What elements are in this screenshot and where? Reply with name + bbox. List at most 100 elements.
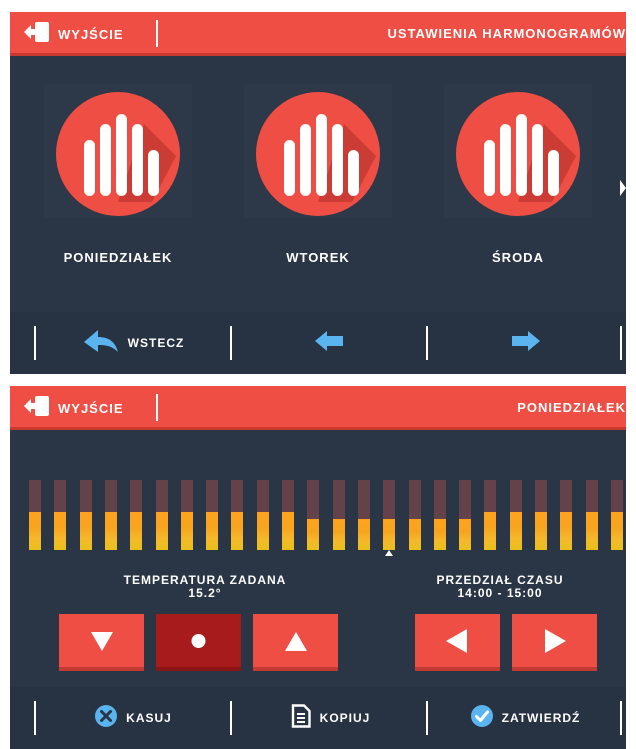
hour-bar[interactable]: [104, 480, 117, 550]
hour-bar-fill: [357, 519, 370, 550]
day-label: ŚRODA: [492, 250, 544, 265]
exit-label: WYJŚCIE: [58, 400, 124, 416]
triangle-left-icon: [446, 629, 467, 653]
header-bar: WYJŚCIE PONIEDZIAŁEK: [10, 386, 626, 430]
hour-bar[interactable]: [357, 480, 370, 550]
x-circle-icon: [94, 704, 118, 733]
hour-bar[interactable]: [484, 480, 497, 550]
hour-bar[interactable]: [54, 480, 67, 550]
arrow-left-icon: [315, 330, 345, 356]
day-schedule-screen: WYJŚCIE PONIEDZIAŁEK TEMPERATURA ZADANA …: [10, 386, 626, 749]
arrow-right-icon: [510, 330, 540, 356]
day-label: PONIEDZIAŁEK: [63, 250, 173, 265]
back-button[interactable]: WSTECZ: [38, 312, 228, 374]
exit-icon: [24, 395, 50, 422]
interval-next-button[interactable]: [512, 614, 597, 671]
document-icon: [290, 703, 312, 733]
hour-bar-fill: [256, 512, 269, 550]
hour-bar[interactable]: [231, 480, 244, 550]
hour-bar[interactable]: [535, 480, 547, 550]
day-wednesday[interactable]: ŚRODA: [444, 84, 592, 302]
day-label: WTOREK: [286, 250, 350, 265]
triangle-up-icon: [285, 632, 307, 651]
triangle-down-icon: [91, 632, 113, 651]
hour-bar-fill: [180, 512, 193, 550]
hour-bar[interactable]: [307, 480, 320, 550]
back-label: WSTECZ: [127, 336, 185, 350]
next-button[interactable]: [430, 312, 620, 374]
temperature-value: 15.2°: [188, 586, 222, 600]
copy-label: KOPIUJ: [319, 711, 371, 725]
header-bar: WYJŚCIE USTAWIENIA HARMONOGRAMÓW: [10, 12, 626, 56]
exit-button[interactable]: WYJŚCIE: [24, 386, 124, 430]
footer-divider: [620, 701, 622, 735]
confirm-button[interactable]: ZATWIERDŹ: [430, 687, 620, 749]
dot-icon: [191, 634, 206, 648]
interval-value: 14:00 - 15:00: [457, 586, 543, 600]
hour-bar-fill: [231, 512, 244, 550]
check-circle-icon: [470, 704, 494, 733]
hour-bar[interactable]: [408, 480, 421, 550]
hour-bar[interactable]: [256, 480, 269, 550]
triangle-right-icon: [545, 629, 566, 653]
hour-bar-fill: [54, 512, 67, 550]
footer-divider: [426, 701, 428, 735]
hour-bar-fill: [585, 512, 598, 550]
prev-button[interactable]: [234, 312, 426, 374]
hour-bar-fill: [610, 512, 623, 550]
scroll-right-icon[interactable]: [620, 180, 626, 196]
footer-divider: [230, 326, 232, 360]
temperature-block: TEMPERATURA ZADANA 15.2°: [70, 574, 340, 600]
hour-bar-fill: [307, 519, 320, 550]
selected-hour-marker: [385, 550, 394, 556]
hour-bar[interactable]: [206, 480, 219, 550]
hour-bar[interactable]: [560, 480, 573, 550]
footer-bar: KASUJ KOPIUJ ZATWIERDŹ: [10, 687, 626, 749]
hour-bar[interactable]: [282, 480, 294, 550]
footer-divider: [620, 326, 622, 360]
hour-bar-fill: [79, 512, 92, 550]
footer-divider: [34, 326, 36, 360]
hour-bar[interactable]: [130, 480, 143, 550]
header-divider: [156, 394, 158, 421]
hour-bar[interactable]: [332, 480, 345, 550]
hour-bar-fill: [282, 512, 294, 550]
hour-bar[interactable]: [585, 480, 598, 550]
hour-bar[interactable]: [459, 480, 472, 550]
copy-button[interactable]: KOPIUJ: [234, 687, 426, 749]
hour-bar[interactable]: [180, 480, 193, 550]
hour-bar-fill: [29, 512, 41, 550]
day-monday[interactable]: PONIEDZIAŁEK: [44, 84, 192, 302]
interval-prev-button[interactable]: [415, 614, 500, 671]
schedule-settings-screen: WYJŚCIE USTAWIENIA HARMONOGRAMÓW PONIEDZ…: [10, 12, 626, 374]
hour-bar[interactable]: [29, 480, 41, 550]
hour-bar-fill: [484, 512, 497, 550]
hour-bar-fill: [560, 512, 573, 550]
temperature-dot-button[interactable]: [156, 614, 241, 671]
cancel-button[interactable]: KASUJ: [38, 687, 228, 749]
hour-bar-fill: [383, 519, 396, 550]
hour-bar-fill: [104, 512, 117, 550]
day-tuesday[interactable]: WTOREK: [244, 84, 392, 302]
hour-bar[interactable]: [383, 480, 396, 550]
hour-bar-fill: [155, 512, 168, 550]
footer-divider: [230, 701, 232, 735]
hour-bar[interactable]: [610, 480, 623, 550]
exit-icon: [24, 21, 50, 48]
bar-chart-icon: [256, 92, 380, 216]
bar-chart-icon: [56, 92, 180, 216]
footer-divider: [426, 326, 428, 360]
cancel-label: KASUJ: [126, 711, 172, 725]
temperature-down-button[interactable]: [59, 614, 144, 671]
header-divider: [156, 20, 158, 47]
hour-bar[interactable]: [433, 480, 446, 550]
hour-bar[interactable]: [509, 480, 522, 550]
hour-bar[interactable]: [79, 480, 92, 550]
hour-bar[interactable]: [155, 480, 168, 550]
interval-block: PRZEDZIAŁ CZASU 14:00 - 15:00: [400, 574, 600, 600]
temperature-up-button[interactable]: [253, 614, 338, 671]
confirm-label: ZATWIERDŹ: [501, 711, 581, 725]
hour-bar-fill: [130, 512, 143, 550]
hour-bar-fill: [332, 519, 345, 550]
exit-button[interactable]: WYJŚCIE: [24, 12, 124, 56]
